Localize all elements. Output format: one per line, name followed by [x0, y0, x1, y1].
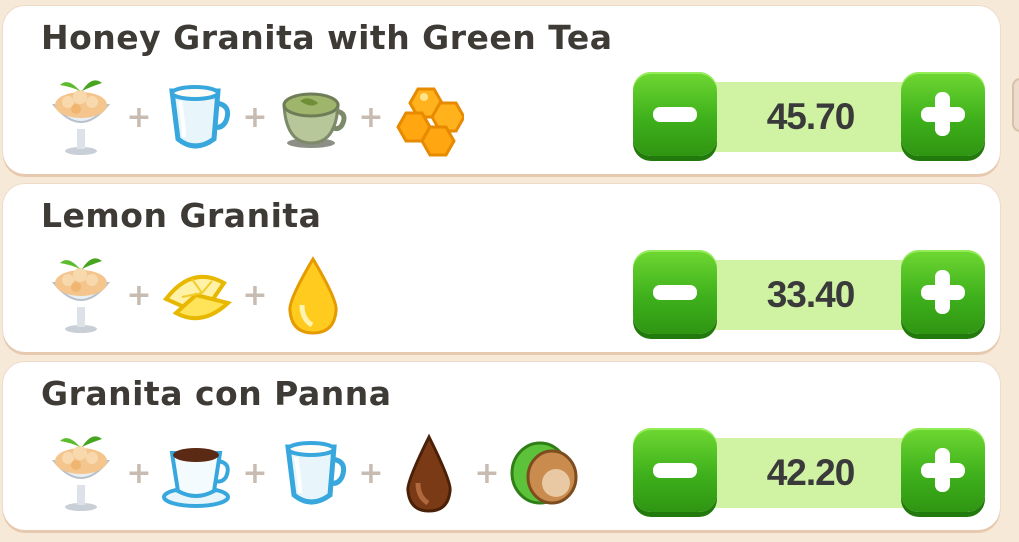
plus-separator: + [126, 277, 152, 313]
price-stepper: 33.40 [633, 250, 985, 338]
recipe-card: Lemon Granita + + 33.40 [3, 184, 1000, 352]
plus-separator: + [242, 455, 268, 491]
plus-separator: + [126, 455, 152, 491]
coffee-cup-icon [159, 430, 235, 516]
plus-icon [921, 448, 965, 492]
price-value: 42.20 [766, 452, 856, 493]
price-value: 45.70 [766, 96, 856, 137]
oil-drop-icon [275, 252, 351, 338]
price-stepper: 42.20 [633, 428, 985, 516]
plus-separator: + [242, 99, 268, 135]
minus-icon [653, 107, 697, 122]
recipe-title: Honey Granita with Green Tea [41, 18, 613, 57]
ingredient-row: + + + + [43, 428, 583, 518]
ingredient-row: + + + [43, 72, 467, 162]
hazelnut-icon [507, 430, 583, 516]
honeycomb-icon [391, 74, 467, 160]
ingredient-row: + + [43, 250, 351, 340]
plus-separator: + [358, 99, 384, 135]
decrease-button[interactable] [633, 72, 717, 156]
granita-icon [43, 74, 119, 160]
decrease-button[interactable] [633, 428, 717, 512]
granita-icon [43, 430, 119, 516]
side-panel-tab[interactable] [1012, 78, 1019, 132]
decrease-button[interactable] [633, 250, 717, 334]
recipe-card: Granita con Panna + + + + 42.20 [3, 362, 1000, 530]
recipe-title: Granita con Panna [41, 374, 392, 413]
minus-icon [653, 285, 697, 300]
lemon-slices-icon [159, 252, 235, 338]
increase-button[interactable] [901, 428, 985, 512]
recipe-title: Lemon Granita [41, 196, 322, 235]
plus-separator: + [358, 455, 384, 491]
green-tea-icon [275, 74, 351, 160]
plus-separator: + [242, 277, 268, 313]
plus-separator: + [126, 99, 152, 135]
plus-icon [921, 92, 965, 136]
price-value: 33.40 [766, 274, 856, 315]
plus-icon [921, 270, 965, 314]
increase-button[interactable] [901, 250, 985, 334]
chocolate-drop-icon [391, 430, 467, 516]
milk-jug-icon [159, 74, 235, 160]
granita-icon [43, 252, 119, 338]
price-stepper: 45.70 [633, 72, 985, 160]
minus-icon [653, 463, 697, 478]
recipe-card: Honey Granita with Green Tea + + + 45.70 [3, 6, 1000, 174]
milk-jug-icon [275, 430, 351, 516]
plus-separator: + [474, 455, 500, 491]
increase-button[interactable] [901, 72, 985, 156]
